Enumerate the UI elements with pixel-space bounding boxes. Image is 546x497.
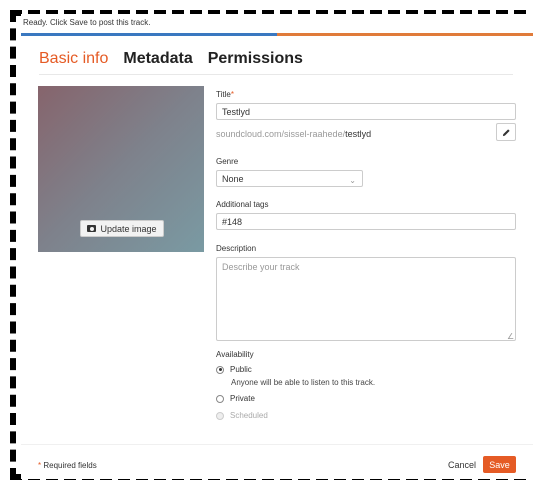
availability-private[interactable]: Private	[216, 394, 255, 403]
update-image-label: Update image	[100, 223, 157, 234]
tags-label: Additional tags	[216, 200, 269, 209]
genre-select[interactable]: None ⌄	[216, 170, 363, 187]
radio-public-label: Public	[230, 365, 252, 374]
description-label: Description	[216, 244, 257, 253]
availability-label: Availability	[216, 350, 254, 359]
availability-public[interactable]: Public	[216, 365, 252, 374]
status-message: Ready. Click Save to post this track.	[23, 18, 151, 27]
update-image-button[interactable]: Update image	[80, 220, 164, 237]
tab-permissions[interactable]: Permissions	[208, 50, 303, 72]
genre-value: None	[222, 173, 244, 184]
genre-label: Genre	[216, 157, 239, 166]
upload-panel: Ready. Click Save to post this track. Ba…	[21, 14, 533, 479]
permalink-url: soundcloud.com/sissel-raahede/testlyd	[216, 129, 371, 139]
edit-permalink-button[interactable]	[496, 123, 516, 141]
required-fields-note: * Required fields	[38, 461, 97, 470]
upload-progress-fill	[21, 33, 277, 36]
camera-icon	[87, 225, 97, 232]
radio-public[interactable]	[216, 365, 224, 374]
tab-metadata[interactable]: Metadata	[123, 50, 192, 72]
save-button[interactable]: Save	[483, 456, 516, 473]
tab-divider	[39, 74, 513, 75]
availability-scheduled: Scheduled	[216, 411, 268, 420]
permalink-slug: testlyd	[345, 129, 372, 139]
artwork-image: Update image	[38, 86, 204, 252]
tab-bar: Basic info Metadata Permissions	[39, 50, 303, 72]
resize-handle-icon[interactable]: ∠	[507, 332, 514, 341]
required-mark: *	[230, 90, 234, 99]
required-note-text: Required fields	[43, 461, 97, 470]
public-description: Anyone will be able to listen to this tr…	[231, 378, 376, 387]
radio-scheduled	[216, 411, 224, 420]
cancel-button[interactable]: Cancel	[448, 460, 476, 470]
radio-private-label: Private	[230, 394, 255, 403]
permalink-prefix: soundcloud.com/sissel-raahede/	[216, 129, 346, 139]
pencil-icon	[502, 128, 510, 136]
upload-progress-bar	[21, 33, 533, 36]
radio-scheduled-label: Scheduled	[230, 411, 268, 420]
footer-divider	[21, 444, 533, 445]
tab-basic-info[interactable]: Basic info	[39, 50, 108, 72]
title-input[interactable]	[216, 103, 516, 120]
tags-input[interactable]	[216, 213, 516, 230]
title-label: Title*	[216, 90, 234, 99]
description-textarea[interactable]	[216, 257, 516, 341]
title-label-text: Title	[216, 90, 231, 99]
chevron-down-icon: ⌄	[349, 176, 356, 185]
required-note-mark: *	[38, 461, 42, 470]
radio-private[interactable]	[216, 394, 224, 403]
